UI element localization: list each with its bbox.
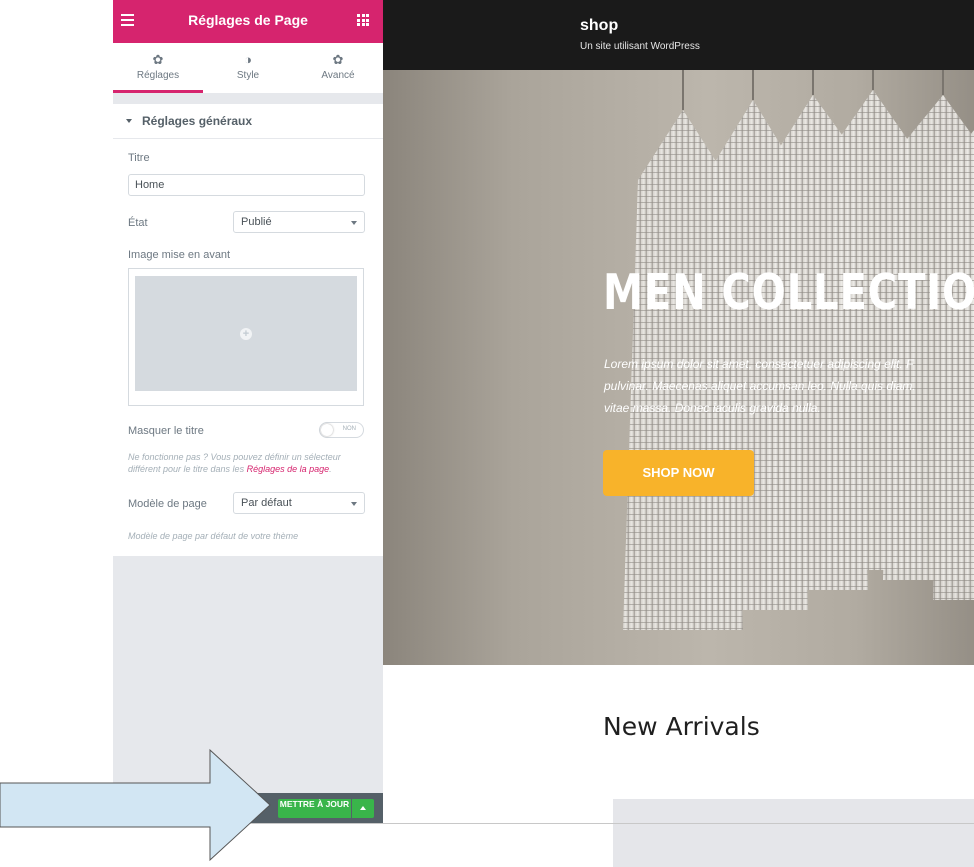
note-end: . — [329, 464, 332, 474]
page-settings-link[interactable]: Réglages de la page — [247, 464, 330, 474]
general-settings-section: Réglages généraux Titre Home État Publié… — [113, 104, 383, 556]
state-value: Publié — [241, 216, 272, 228]
tab-label: Avancé — [321, 70, 355, 81]
contrast-icon: ◑ — [244, 52, 252, 67]
toggle-knob — [321, 424, 333, 436]
template-select[interactable]: Par défaut — [233, 492, 365, 514]
hero-title: MEN COLLECTION — [603, 264, 974, 321]
toggle-text: NON — [342, 426, 356, 432]
shop-now-button[interactable]: SHOP NOW — [603, 450, 754, 496]
hero-text: Lorem ipsum dolor sit amet, consectetuer… — [604, 353, 974, 419]
panel-footer: METTRE À JOUR — [113, 793, 383, 823]
gear-icon: ✿ — [152, 52, 164, 67]
featured-image-picker[interactable]: + — [128, 268, 364, 406]
new-arrivals-heading: New Arrivals — [603, 712, 760, 741]
title-label: Titre — [128, 152, 150, 164]
tab-label: Style — [236, 70, 260, 81]
widgets-grid-icon[interactable] — [357, 14, 369, 26]
template-value: Par défaut — [241, 497, 292, 509]
divider — [0, 823, 974, 824]
site-title[interactable]: shop — [580, 17, 618, 35]
update-options-button[interactable] — [352, 799, 374, 818]
hide-title-toggle[interactable]: NON — [319, 422, 364, 438]
elementor-panel: Réglages de Page ✿ Réglages ◑ Style ✿ Av… — [113, 0, 383, 823]
caret-up-icon — [360, 806, 366, 810]
panel-title: Réglages de Page — [188, 12, 308, 28]
panel-tabs: ✿ Réglages ◑ Style ✿ Avancé — [113, 43, 383, 94]
tab-style[interactable]: ◑ Style — [203, 43, 293, 93]
site-description: Un site utilisant WordPress — [580, 41, 700, 52]
chevron-down-icon — [351, 502, 357, 506]
gear-icon: ✿ — [332, 52, 344, 67]
product-card[interactable] — [613, 799, 974, 867]
hero-text-line: pulvinar. Maecenas aliquet accumsan leo.… — [604, 379, 916, 393]
title-input[interactable]: Home — [128, 174, 365, 196]
panel-header: Réglages de Page — [113, 0, 383, 43]
template-note: Modèle de page par défaut de votre thème — [128, 531, 299, 541]
hero-text-line: vitae massa. Donec iaculis gravida nulla… — [604, 401, 821, 415]
site-header: shop Un site utilisant WordPress — [383, 0, 974, 70]
template-label: Modèle de page — [128, 498, 207, 510]
chevron-down-icon — [351, 221, 357, 225]
tab-label: Réglages — [136, 70, 180, 81]
tab-settings[interactable]: ✿ Réglages — [113, 43, 203, 93]
image-placeholder: + — [135, 276, 357, 391]
section-toggle[interactable]: Réglages généraux — [113, 104, 383, 139]
update-button[interactable]: METTRE À JOUR — [278, 799, 351, 818]
tab-advanced[interactable]: ✿ Avancé — [293, 43, 383, 93]
hide-title-label: Masquer le titre — [128, 425, 204, 437]
state-label: État — [128, 217, 148, 229]
plus-icon: + — [240, 327, 252, 340]
hero-text-line: Lorem ipsum dolor sit amet, consectetuer… — [604, 357, 914, 371]
section-title: Réglages généraux — [142, 114, 253, 128]
caret-down-icon — [126, 119, 132, 123]
hide-title-note: Ne fonctionne pas ? Vous pouvez définir … — [128, 451, 368, 475]
featured-image-label: Image mise en avant — [128, 249, 231, 261]
hero-banner: MEN COLLECTION Lorem ipsum dolor sit ame… — [383, 70, 974, 665]
state-select[interactable]: Publié — [233, 211, 365, 233]
